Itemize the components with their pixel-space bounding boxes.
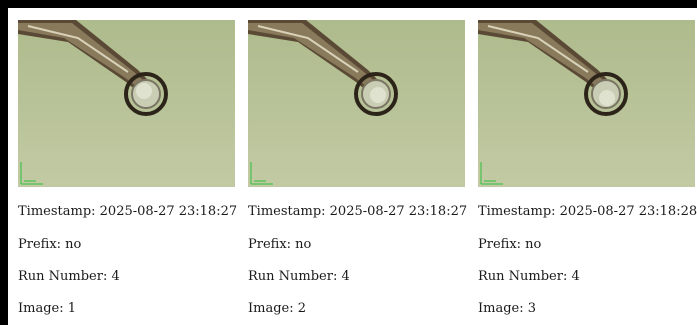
image-gallery: Timestamp: 2025-08-27 23:18:27 Prefix: n…: [18, 20, 697, 325]
timestamp-label: Timestamp: 2025-08-27 23:18:27: [248, 204, 468, 219]
microscope-image-icon: [18, 20, 235, 187]
image-card: Timestamp: 2025-08-27 23:18:27 Prefix: n…: [248, 20, 467, 325]
microscope-image-icon: [478, 20, 695, 187]
image-card: Timestamp: 2025-08-27 23:18:28 Prefix: n…: [478, 20, 697, 325]
prefix-label: Prefix: no: [248, 237, 312, 252]
sample-image[interactable]: [248, 20, 465, 187]
image-number-label: Image: 2: [248, 301, 307, 316]
image-card: Timestamp: 2025-08-27 23:18:27 Prefix: n…: [18, 20, 237, 325]
page-frame: Timestamp: 2025-08-27 23:18:27 Prefix: n…: [8, 8, 697, 325]
prefix-label: Prefix: no: [18, 237, 82, 252]
microscope-image-icon: [248, 20, 465, 187]
image-number-label: Image: 3: [478, 301, 537, 316]
run-number-label: Run Number: 4: [18, 269, 120, 284]
sample-image[interactable]: [18, 20, 235, 187]
sample-image[interactable]: [478, 20, 695, 187]
image-metadata: Timestamp: 2025-08-27 23:18:27 Prefix: n…: [248, 204, 467, 325]
timestamp-label: Timestamp: 2025-08-27 23:18:27: [18, 204, 238, 219]
image-metadata: Timestamp: 2025-08-27 23:18:27 Prefix: n…: [18, 204, 237, 325]
image-number-label: Image: 1: [18, 301, 77, 316]
run-number-label: Run Number: 4: [478, 269, 580, 284]
prefix-label: Prefix: no: [478, 237, 542, 252]
timestamp-label: Timestamp: 2025-08-27 23:18:28: [478, 204, 697, 219]
image-metadata: Timestamp: 2025-08-27 23:18:28 Prefix: n…: [478, 204, 697, 325]
run-number-label: Run Number: 4: [248, 269, 350, 284]
